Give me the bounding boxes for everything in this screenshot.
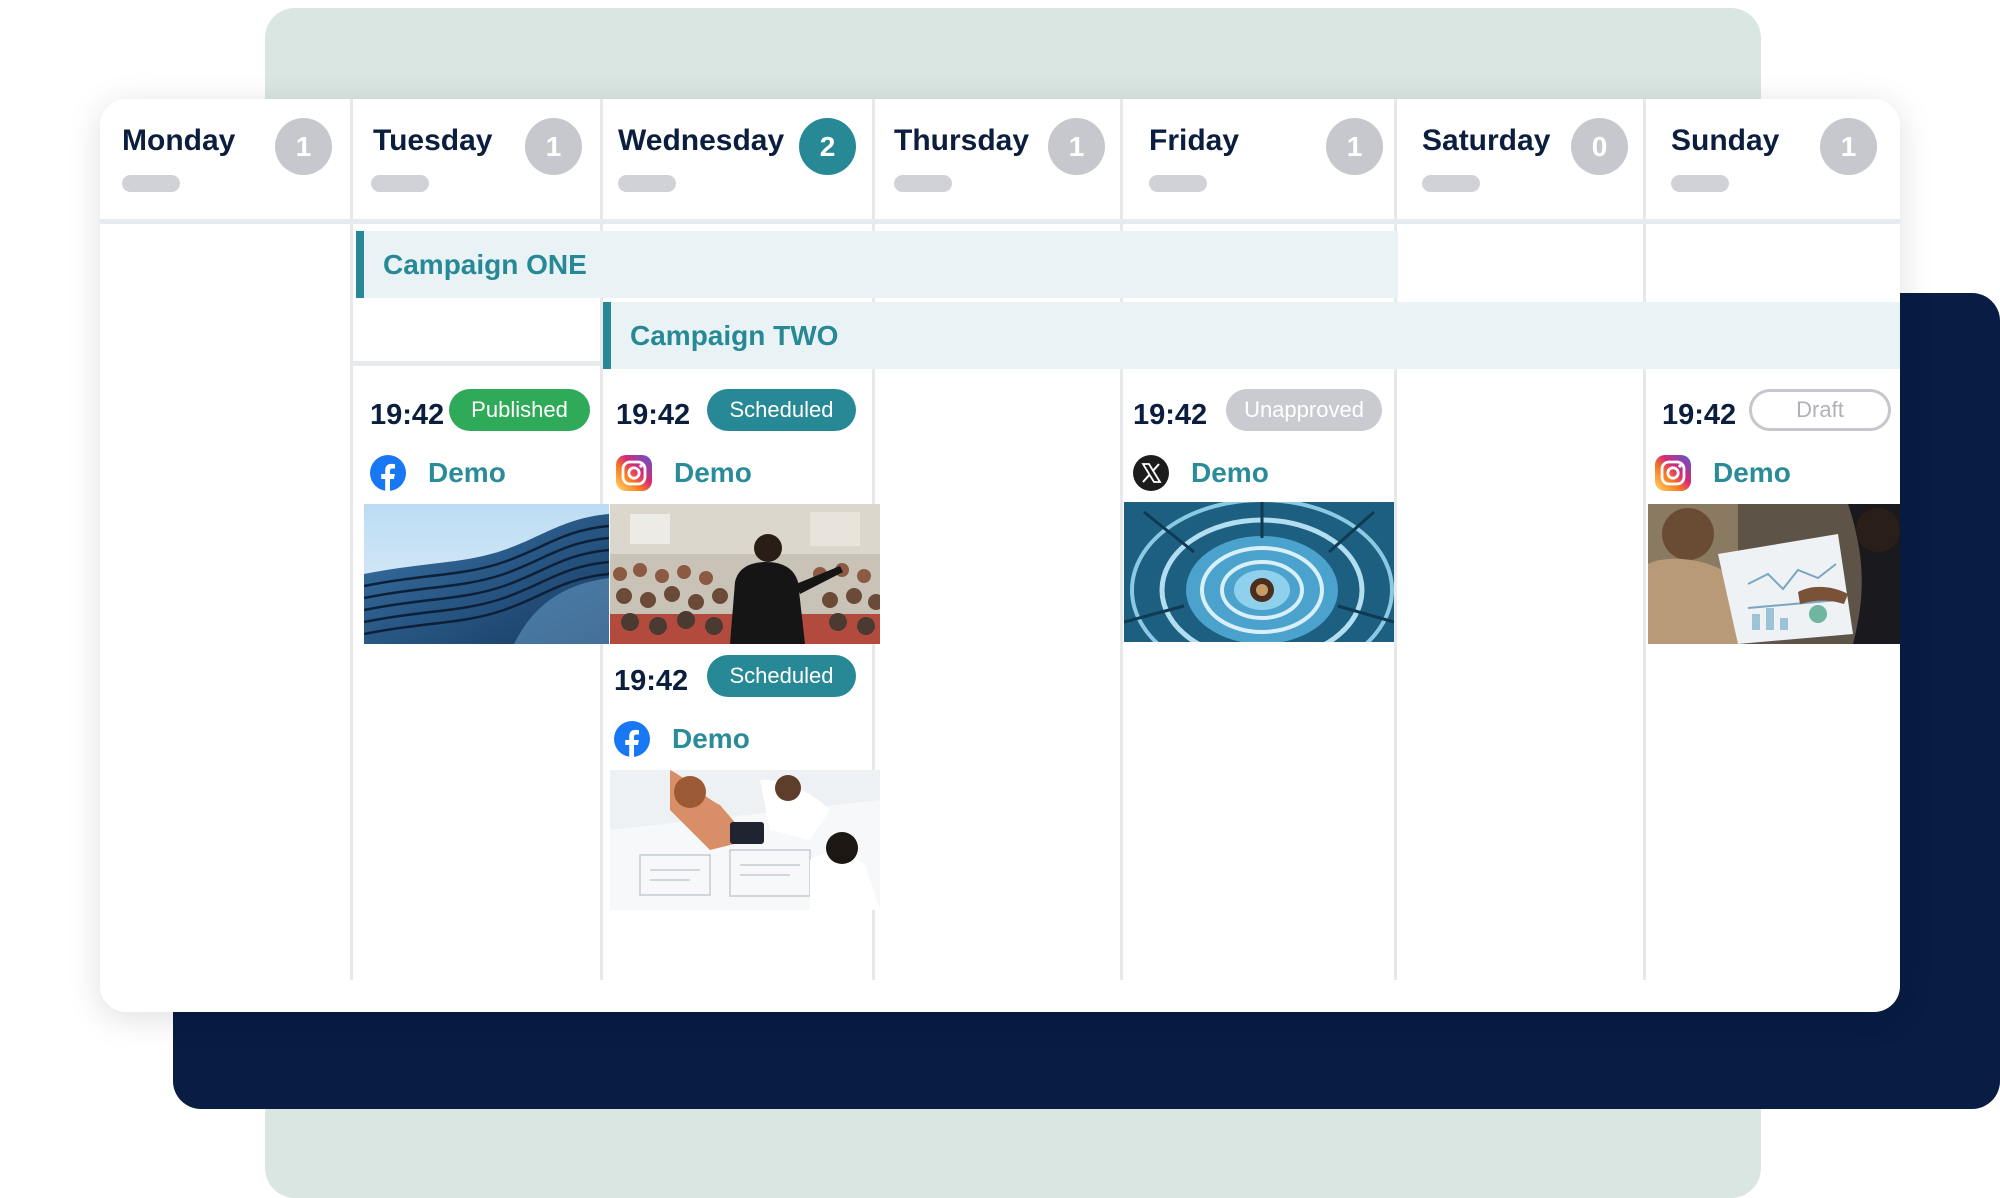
post-image	[1648, 504, 1900, 644]
status-badge: Unapproved	[1226, 389, 1382, 431]
account-name: Demo	[1713, 457, 1791, 488]
post-account: Demo	[616, 455, 752, 491]
charts-discussion-photo	[1648, 504, 1900, 644]
facebook-icon	[614, 721, 650, 757]
post-count-badge: 1	[525, 118, 582, 175]
post-count-badge: 0	[1571, 118, 1628, 175]
day-name: Tuesday	[373, 124, 493, 157]
placeholder-pill	[618, 175, 676, 192]
instagram-icon	[1655, 455, 1691, 491]
facebook-icon	[370, 455, 406, 491]
account-name: Demo	[674, 457, 752, 488]
post-count-badge: 1	[275, 118, 332, 175]
post-image	[610, 770, 880, 910]
post-account: Demo	[614, 721, 750, 757]
campaign-bar-one[interactable]: Campaign ONE	[356, 231, 1398, 298]
week-calendar: Monday 1 Tuesday 1 Wednesday 2 Thursday …	[100, 99, 1900, 1012]
post-account: Demo	[1655, 455, 1791, 491]
calendar-illustration: Monday 1 Tuesday 1 Wednesday 2 Thursday …	[0, 0, 2000, 1198]
x-icon	[1133, 455, 1169, 491]
status-badge: Scheduled	[707, 655, 856, 697]
post-count-badge: 1	[1820, 118, 1877, 175]
day-name: Thursday	[894, 124, 1030, 157]
placeholder-pill	[1671, 175, 1729, 192]
header-divider	[100, 219, 1900, 224]
campaign-bar-two[interactable]: Campaign TWO	[603, 302, 1900, 369]
post-account: Demo	[370, 455, 506, 491]
day-name: Monday	[122, 124, 236, 157]
post-time: 19:42	[370, 399, 445, 431]
status-badge: Published	[449, 389, 590, 431]
post-time: 19:42	[1133, 399, 1208, 431]
instagram-icon	[616, 455, 652, 491]
status-badge: Draft	[1749, 389, 1891, 431]
post-image	[364, 504, 609, 644]
day-name: Wednesday	[618, 124, 785, 157]
column-divider	[350, 99, 353, 980]
account-name: Demo	[428, 457, 506, 488]
empty-slot	[353, 302, 600, 366]
glass-building-photo	[364, 504, 609, 644]
campaign-name: Campaign ONE	[383, 248, 587, 280]
placeholder-pill	[1149, 175, 1207, 192]
team-meeting-photo	[610, 770, 880, 910]
campaign-name: Campaign TWO	[630, 319, 839, 351]
spiral-staircase-photo	[1124, 502, 1394, 642]
day-name: Sunday	[1671, 124, 1780, 157]
post-account: Demo	[1133, 455, 1269, 491]
day-name: Saturday	[1422, 124, 1551, 157]
post-count-badge: 1	[1326, 118, 1383, 175]
day-name: Friday	[1149, 124, 1240, 157]
column-divider	[1643, 99, 1646, 980]
conference-speaker-photo	[610, 504, 880, 644]
post-image	[1124, 502, 1394, 642]
placeholder-pill	[894, 175, 952, 192]
placeholder-pill	[371, 175, 429, 192]
status-badge: Scheduled	[707, 389, 856, 431]
account-name: Demo	[1191, 457, 1269, 488]
account-name: Demo	[672, 723, 750, 754]
placeholder-pill	[1422, 175, 1480, 192]
post-time: 19:42	[614, 665, 689, 697]
post-count-badge: 2	[799, 118, 856, 175]
placeholder-pill	[122, 175, 180, 192]
post-time: 19:42	[1662, 399, 1737, 431]
post-image	[610, 504, 880, 644]
post-time: 19:42	[616, 399, 691, 431]
post-count-badge: 1	[1048, 118, 1105, 175]
